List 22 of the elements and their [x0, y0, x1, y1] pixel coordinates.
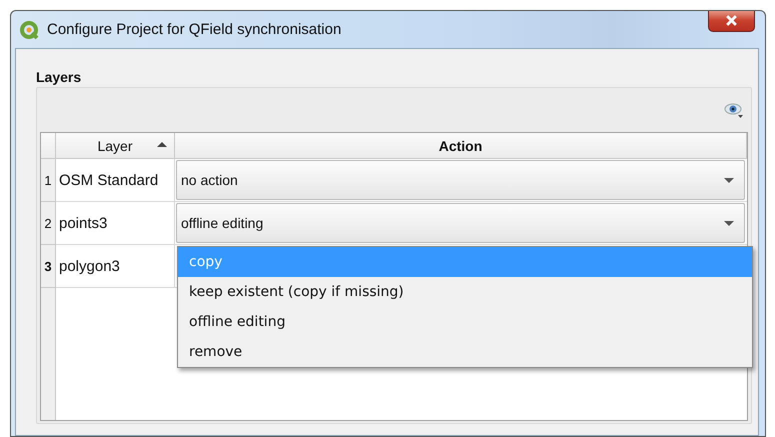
eye-icon[interactable]: [724, 102, 744, 118]
action-dropdown[interactable]: no action: [176, 160, 745, 200]
header-corner: [41, 133, 56, 159]
dropdown-option[interactable]: remove: [178, 337, 752, 367]
logo-icon: [19, 20, 39, 40]
table-cell: points3: [56, 202, 175, 245]
caret-icon: [724, 178, 734, 182]
column-header[interactable]: Layer: [56, 133, 175, 159]
action-dropdown[interactable]: offline editing: [176, 203, 745, 243]
dropdown-option[interactable]: offline editing: [178, 307, 752, 337]
dropdown-option[interactable]: keep existent (copy if missing): [178, 277, 752, 307]
table-cell: OSM Standard: [56, 159, 175, 202]
window-title: Configure Project for QField synchronisation: [47, 21, 342, 38]
close-icon: [725, 15, 738, 26]
section-title: Layers: [36, 69, 82, 87]
row-number: 2: [41, 202, 56, 245]
close-button[interactable]: [708, 11, 755, 32]
column-header[interactable]: Action: [175, 133, 747, 159]
row-number: 1: [41, 159, 56, 202]
table-cell: polygon3: [56, 245, 175, 288]
row-number: 3: [41, 245, 56, 288]
caret-icon: [724, 220, 734, 226]
